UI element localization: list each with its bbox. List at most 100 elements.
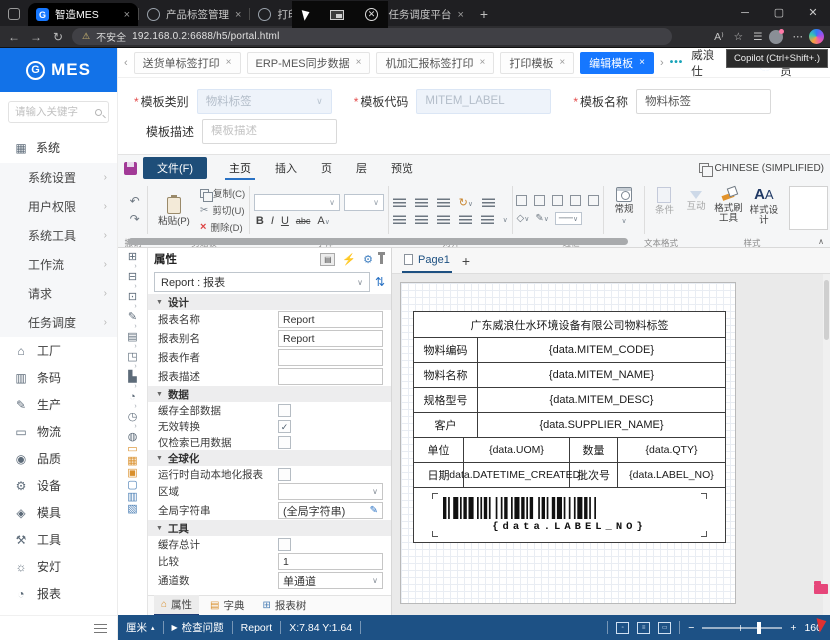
file-menu-button[interactable]: 文件(F) (143, 157, 207, 179)
line-spacing-icon[interactable] (481, 215, 494, 224)
property-select[interactable]: 单通道∨ (278, 572, 383, 589)
sidebar-group-system[interactable]: ▦ 系统 (0, 132, 117, 163)
canvas-vertical-scrollbar[interactable] (823, 274, 830, 615)
tab-actions-icon[interactable] (8, 8, 20, 20)
browser-tab-labels[interactable]: 产品标签管理 × (139, 3, 249, 26)
style-designer-button[interactable]: AA 样式设计 (745, 183, 782, 237)
property-edit[interactable]: (全局字符串)✎ (278, 502, 383, 519)
collections-icon[interactable]: ☰ (753, 31, 762, 43)
sidebar-item[interactable]: ⚒ 工具 (0, 526, 117, 553)
toolbox-item[interactable]: ▙ › (128, 372, 136, 391)
align-center-icon[interactable] (415, 215, 428, 224)
toolbox-item[interactable]: ▦ › (127, 456, 137, 467)
label-title[interactable]: 广东威浪仕水环境设备有限公司物料标签 (414, 312, 725, 338)
format-painter-button[interactable]: 格式刷工具 (712, 183, 745, 237)
template-description-input[interactable] (211, 125, 328, 137)
component-selector[interactable]: Report : 报表 ∨ (154, 272, 370, 292)
label-table[interactable]: 广东威浪仕水环境设备有限公司物料标签 物料编码 {data.MITEM_CODE… (413, 311, 726, 543)
property-select[interactable]: ∨ (278, 483, 383, 500)
border-top-icon[interactable] (552, 195, 563, 206)
strikethrough-icon[interactable]: abc (296, 216, 311, 226)
toolbox-item[interactable]: ▤ › (127, 332, 137, 351)
nav-tab[interactable]: 机加汇报标签打印 × (376, 52, 494, 74)
maximize-button[interactable]: ▢ (762, 0, 796, 26)
align-middle-icon[interactable] (415, 198, 428, 207)
browser-profile-avatar[interactable] (769, 30, 783, 44)
view-mode-page-icon[interactable]: ▫ (616, 622, 629, 634)
ribbon-tab[interactable]: 插入 (263, 156, 309, 180)
border-all-icon[interactable] (516, 195, 527, 206)
nav-tab[interactable]: 送货单标签打印 × (134, 52, 241, 74)
sidebar-item[interactable]: ▥ 条码 (0, 364, 117, 391)
ribbon-tab[interactable]: 预览 (379, 156, 425, 180)
label-split-row[interactable]: 单位 {data.UOM} 数量 {data.QTY} (414, 438, 725, 463)
language-selector[interactable]: CHINESE (SIMPLIFIED) (699, 163, 824, 174)
section-header[interactable]: ▼数据 (148, 386, 391, 402)
toolbox-item[interactable]: ◷ › (128, 412, 138, 431)
read-aloud-icon[interactable]: A⁾ (714, 31, 724, 43)
label-row[interactable]: 物料名称 {data.MITEM_NAME} (414, 363, 725, 388)
close-icon[interactable]: × (226, 57, 232, 68)
sort-properties-icon[interactable]: ⇅ (375, 275, 385, 289)
collapse-sidebar-icon[interactable] (94, 624, 107, 633)
paste-button[interactable]: 粘贴(P) (152, 193, 196, 227)
delete-button[interactable]: ×删除(D) (200, 220, 245, 234)
forward-icon[interactable]: → (28, 30, 44, 44)
property-checkbox[interactable] (278, 404, 291, 417)
close-icon[interactable]: × (356, 57, 362, 68)
property-checkbox[interactable] (278, 420, 291, 433)
more-icon[interactable]: ••• (670, 57, 684, 68)
border-outside-icon[interactable] (534, 195, 545, 206)
sidebar-item[interactable]: ⚙ 设备 (0, 472, 117, 499)
barcode-component[interactable]: {data.LABEL_NO} (414, 488, 725, 542)
template-description-field[interactable] (202, 119, 337, 144)
toolbox-item[interactable]: ◔ › (128, 392, 136, 411)
address-bar[interactable]: ⚠ 不安全 192.168.0.2:6688/h5/portal.html (72, 28, 672, 45)
minimize-button[interactable]: ─ (728, 0, 762, 26)
sidebar-item[interactable]: ☼ 安灯 (0, 553, 117, 580)
bold-icon[interactable]: B (256, 215, 264, 227)
close-icon[interactable]: × (559, 57, 565, 68)
fill-color-icon[interactable]: ◇∨ (516, 213, 529, 224)
unit-selector[interactable]: 厘米▴ (126, 620, 155, 635)
border-bottom-icon[interactable] (570, 195, 581, 206)
copilot-icon[interactable] (809, 29, 824, 44)
ribbon-tab[interactable]: 主页 (217, 156, 263, 180)
pin-icon[interactable] (380, 255, 383, 264)
browser-menu-icon[interactable]: ⋯ (793, 31, 804, 43)
sidebar-subitem[interactable]: 任务调度 › (0, 308, 117, 337)
report-page[interactable]: 广东威浪仕水环境设备有限公司物料标签 物料编码 {data.MITEM_CODE… (400, 282, 736, 604)
check-issues-button[interactable]: ▶检查问题 (172, 620, 224, 635)
search-input[interactable] (15, 106, 95, 118)
scroll-tabs-right-icon[interactable]: › (660, 57, 664, 69)
template-name-input[interactable] (645, 95, 762, 107)
toolbox-item[interactable]: ⊡ › (128, 292, 137, 311)
toolbox-item[interactable]: ▢ › (127, 480, 137, 491)
toolbox-item[interactable]: ▧ › (127, 504, 137, 515)
undo-icon[interactable]: ↶ (130, 194, 140, 208)
ribbon-horizontal-scrollbar[interactable] (128, 238, 628, 245)
properties-view-icon[interactable]: ▤ (320, 253, 335, 266)
sidebar-item[interactable]: ◈ 模具 (0, 499, 117, 526)
sidebar-item[interactable]: ◉ 品质 (0, 445, 117, 472)
section-header[interactable]: ▼全球化 (148, 450, 391, 466)
nav-tab[interactable]: 打印模板 × (500, 52, 574, 74)
pip-icon[interactable] (330, 10, 344, 20)
font-size-select[interactable]: ∨ (344, 194, 384, 211)
border-color-icon[interactable]: ✎∨ (535, 213, 549, 224)
save-icon[interactable] (124, 162, 137, 175)
property-input[interactable] (278, 349, 383, 366)
zoom-in-button[interactable]: + (790, 622, 796, 634)
sidebar-search[interactable] (8, 101, 109, 123)
events-icon[interactable]: ⚡ (342, 253, 356, 266)
font-family-select[interactable]: ∨ (254, 194, 340, 211)
font-color-icon[interactable]: A∨ (317, 215, 329, 227)
collapse-ribbon-icon[interactable]: ∧ (818, 237, 824, 246)
sidebar-subitem[interactable]: 系统设置 › (0, 163, 117, 192)
back-icon[interactable]: ← (6, 30, 22, 44)
sidebar-item[interactable]: ▭ 物流 (0, 418, 117, 445)
zoom-slider[interactable] (702, 627, 782, 629)
conditions-button[interactable]: 条件 (649, 183, 681, 237)
toolbox-item[interactable]: ▣ › (127, 468, 137, 479)
toolbox-item[interactable]: ⊞ › (128, 252, 137, 271)
